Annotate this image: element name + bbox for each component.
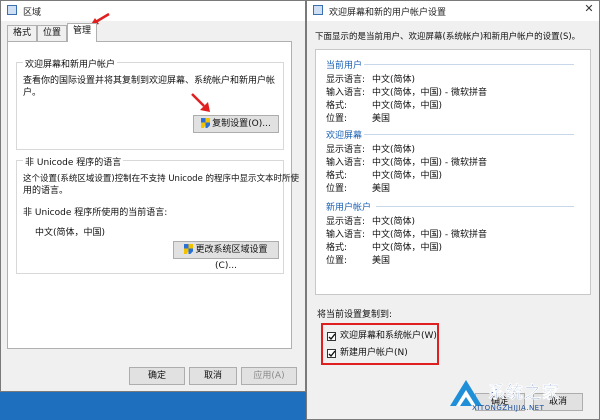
row-value: 中文(简体，中国) - 微软拼音 [372, 88, 487, 98]
watermark: 系统之家 XITONGZHIJIA.NET [448, 374, 598, 418]
region-title: 区域 [23, 8, 42, 18]
checkmark-icon [328, 333, 336, 341]
section-header-new-user: 新用户帐户 [326, 203, 372, 213]
row-label: 格式: [326, 171, 348, 181]
row-value: 中文(简体，中国) - 微软拼音 [372, 158, 487, 168]
row-label: 格式: [326, 101, 348, 111]
change-locale-button[interactable]: 更改系统区域设置(C)... [173, 241, 279, 271]
row-label: 位置: [326, 184, 348, 194]
region-icon [313, 5, 323, 15]
welcome-settings-title: 欢迎屏幕和新的用户帐户设置 [329, 8, 447, 18]
checkmark-icon [328, 350, 336, 358]
change-locale-label: 更改系统区域设置(C)... [195, 245, 268, 271]
cancel-button[interactable]: 取消 [189, 367, 237, 385]
checkbox-new-user-label[interactable]: 新建用户帐户(N) [340, 347, 408, 359]
copy-settings-button[interactable]: 复制设置(O)... [193, 115, 279, 133]
watermark-brand: 系统之家 [488, 383, 560, 403]
copy-settings-label: 复制设置(O)... [212, 119, 271, 129]
row-value: 美国 [372, 256, 391, 266]
current-language-value: 中文(简体，中国) [35, 228, 106, 238]
region-dialog: 区域 格式 位置 管理 欢迎屏幕和新用户帐户 查看你的国际设置并将其复制到欢迎屏… [0, 0, 306, 392]
welcome-settings-dialog: 欢迎屏幕和新的用户帐户设置 下面显示的是当前用户、欢迎屏幕(系统帐户)和新用户帐… [306, 0, 600, 420]
section-divider [376, 206, 574, 207]
section-header-welcome-screen: 欢迎屏幕 [326, 131, 363, 141]
uac-shield-icon [201, 118, 211, 128]
region-icon [7, 5, 17, 15]
region-titlebar[interactable]: 区域 [1, 1, 305, 21]
section-divider [364, 64, 574, 65]
unicode-group-title: 非 Unicode 程序的语言 [23, 155, 124, 168]
row-value: 中文(简体，中国) [372, 243, 443, 253]
row-value: 美国 [372, 114, 391, 124]
red-arrow-icon [191, 93, 210, 112]
row-label: 显示语言: [326, 217, 366, 227]
row-value: 中文(简体) [372, 217, 416, 227]
row-value: 中文(简体) [372, 145, 416, 155]
checkbox-welcome-system-label[interactable]: 欢迎屏幕和系统帐户(W) [340, 330, 437, 342]
welcome-description: 查看你的国际设置并将其复制到欢迎屏幕、系统帐户和新用户帐户。 [23, 76, 276, 98]
ok-button[interactable]: 确定 [129, 367, 185, 385]
current-language-label: 非 Unicode 程序所使用的当前语言: [23, 208, 168, 218]
uac-shield-icon [184, 244, 194, 254]
row-label: 显示语言: [326, 75, 366, 85]
checkbox-welcome-system[interactable] [327, 332, 336, 341]
administrative-panel: 欢迎屏幕和新用户帐户 查看你的国际设置并将其复制到欢迎屏幕、系统帐户和新用户帐户… [7, 41, 300, 349]
welcome-group: 欢迎屏幕和新用户帐户 查看你的国际设置并将其复制到欢迎屏幕、系统帐户和新用户帐户… [16, 57, 284, 150]
row-value: 中文(简体，中国) [372, 171, 443, 181]
unicode-group: 非 Unicode 程序的语言 这个设置(系统区域设置)控制在不支持 Unico… [16, 155, 300, 274]
close-icon[interactable]: ✕ [582, 2, 596, 16]
row-value: 中文(简体，中国) [372, 101, 443, 111]
row-label: 输入语言: [326, 88, 366, 98]
row-label: 位置: [326, 256, 348, 266]
welcome-group-title: 欢迎屏幕和新用户帐户 [23, 57, 118, 70]
row-label: 显示语言: [326, 145, 366, 155]
welcome-settings-titlebar[interactable]: 欢迎屏幕和新的用户帐户设置 [307, 1, 599, 21]
row-value: 中文(简体，中国) - 微软拼音 [372, 230, 487, 240]
section-divider [364, 134, 574, 135]
unicode-description-2: 用的语言。 [23, 186, 69, 196]
apply-button[interactable]: 应用(A) [241, 367, 297, 385]
settings-intro: 下面显示的是当前用户、欢迎屏幕(系统帐户)和新用户帐户的设置(S)。 [315, 32, 581, 42]
section-header-current-user: 当前用户 [326, 61, 363, 71]
tab-format[interactable]: 格式 [7, 25, 37, 41]
row-label: 输入语言: [326, 230, 366, 240]
row-value: 中文(简体) [372, 75, 416, 85]
copy-to-label: 将当前设置复制到: [317, 310, 393, 320]
row-label: 位置: [326, 114, 348, 124]
row-label: 格式: [326, 243, 348, 253]
watermark-url: XITONGZHIJIA.NET [472, 404, 545, 412]
settings-list: 当前用户 显示语言: 中文(简体) 输入语言: 中文(简体，中国) - 微软拼音… [315, 49, 591, 295]
tab-administrative[interactable]: 管理 [67, 23, 97, 42]
row-label: 输入语言: [326, 158, 366, 168]
row-value: 美国 [372, 184, 391, 194]
tab-location[interactable]: 位置 [37, 25, 67, 41]
checkbox-new-user[interactable] [327, 349, 336, 358]
unicode-description-1: 这个设置(系统区域设置)控制在不支持 Unicode 的程序中显示文本时所使 [23, 174, 300, 184]
taskbar-strip [0, 392, 306, 420]
